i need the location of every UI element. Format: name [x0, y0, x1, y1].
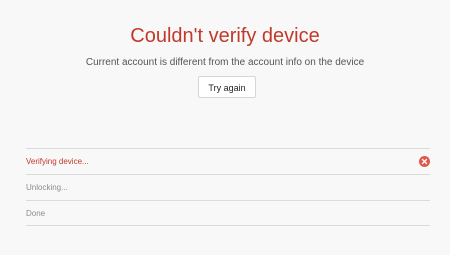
step-done: Done: [26, 200, 430, 226]
step-label: Verifying device...: [26, 157, 89, 166]
step-label: Done: [26, 209, 46, 218]
error-x-icon: [419, 156, 430, 167]
progress-steps: Verifying device... Unlocking... Done: [26, 148, 430, 226]
step-label: Unlocking...: [26, 183, 68, 192]
step-verifying-device: Verifying device...: [26, 148, 430, 174]
try-again-button[interactable]: Try again: [198, 76, 256, 98]
step-unlocking: Unlocking...: [26, 174, 430, 200]
error-subtitle: Current account is different from the ac…: [85, 57, 365, 68]
error-title: Couldn't verify device: [130, 25, 320, 47]
